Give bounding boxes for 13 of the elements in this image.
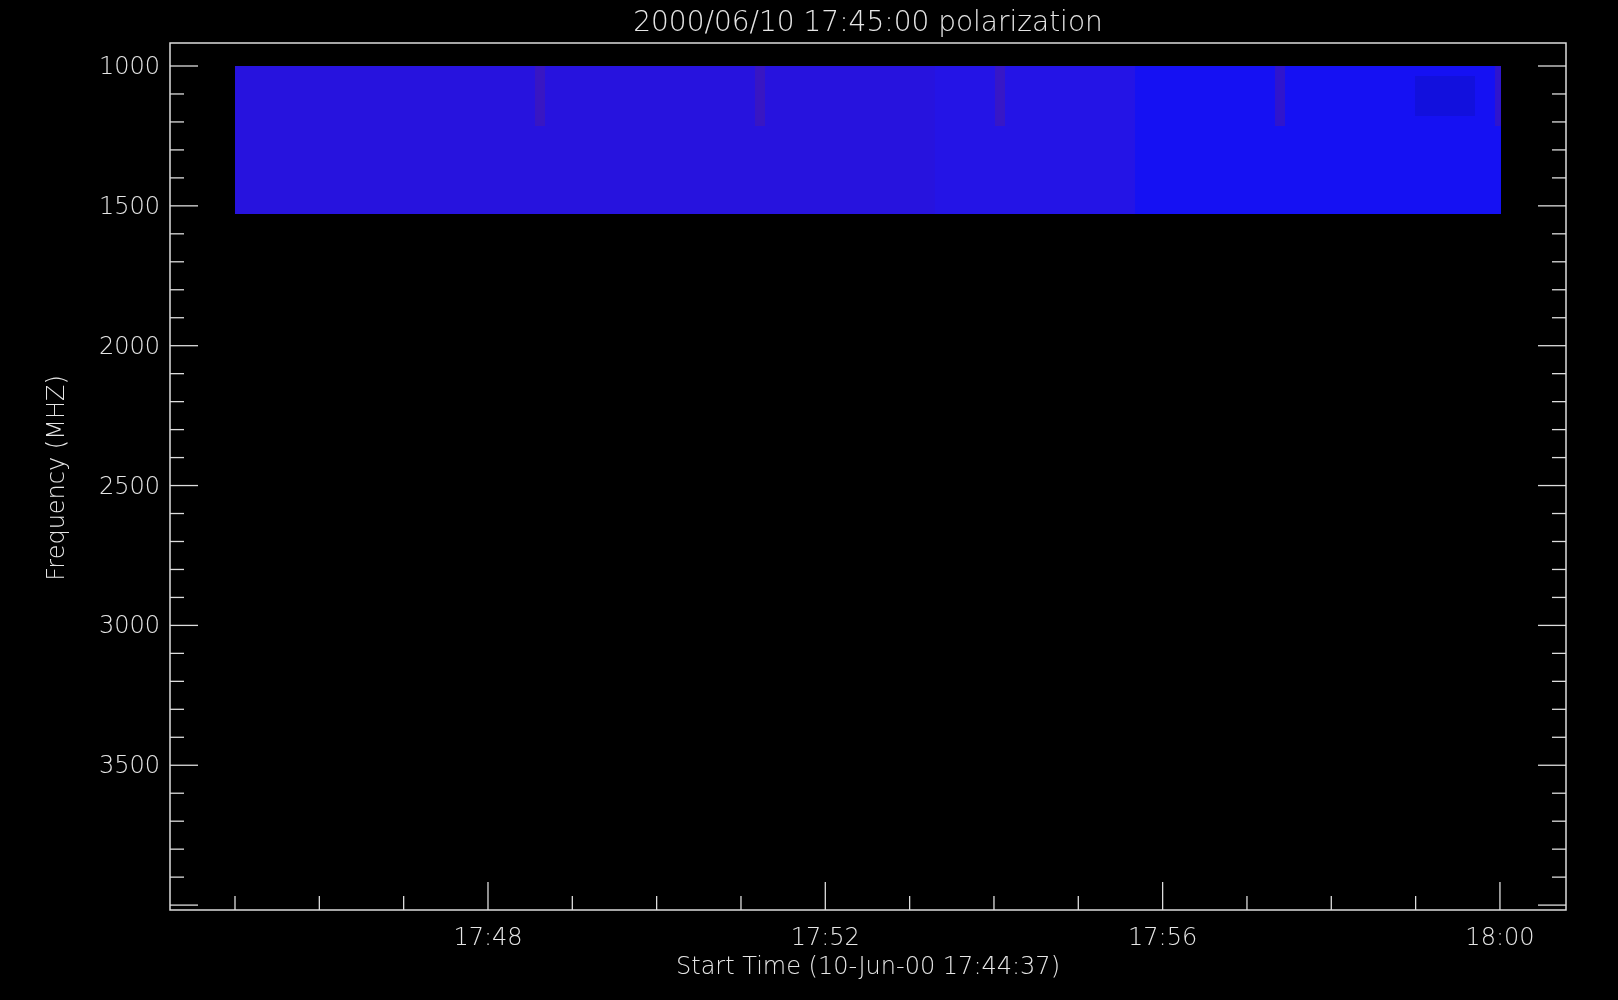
x-tick-label: 17:56 bbox=[1128, 923, 1198, 951]
y-tick-label: 2500 bbox=[98, 471, 160, 500]
x-tick-label: 17:48 bbox=[453, 923, 523, 951]
y-tick-label: 2000 bbox=[98, 331, 160, 360]
chart-title: 2000/06/10 17:45:00 polarization bbox=[633, 5, 1103, 38]
x-tick-label: 17:52 bbox=[790, 923, 860, 951]
x-tick-label: 18:00 bbox=[1465, 923, 1535, 951]
y-tick-label: 1500 bbox=[98, 191, 160, 220]
y-tick-label: 3500 bbox=[98, 751, 160, 780]
y-axis-label: Frequency (MHZ) bbox=[42, 375, 70, 581]
y-tick-label: 1000 bbox=[98, 52, 160, 80]
y-tick-label: 3000 bbox=[98, 611, 160, 640]
x-axis-label: Start Time (10-Jun-00 17:44:37) bbox=[676, 952, 1060, 980]
